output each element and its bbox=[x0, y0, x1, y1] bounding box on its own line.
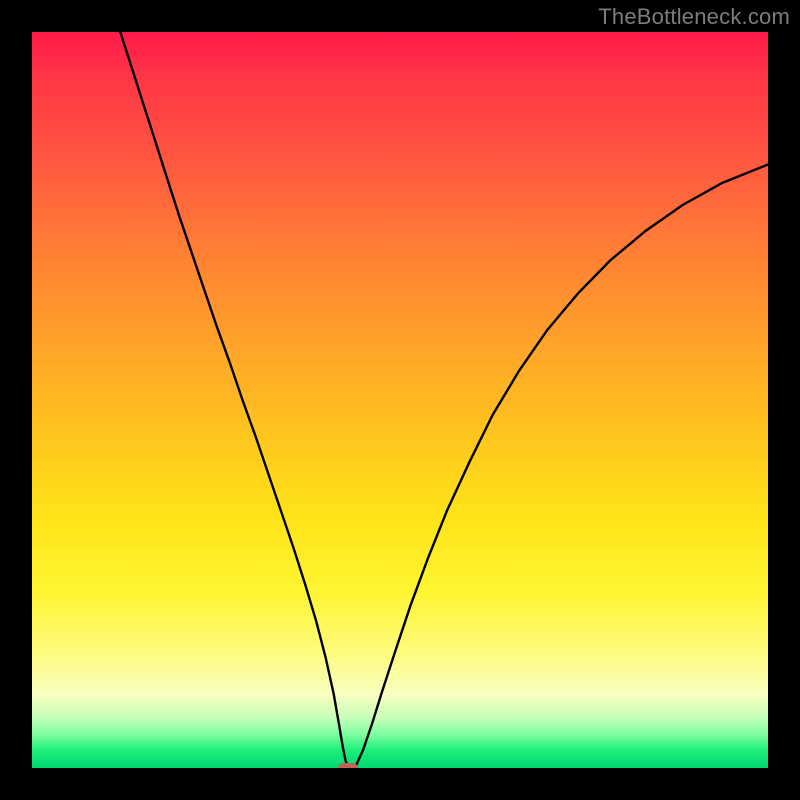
watermark-label: TheBottleneck.com bbox=[598, 4, 790, 30]
bottleneck-curve bbox=[32, 32, 768, 768]
plot-area bbox=[32, 32, 768, 768]
chart-frame: TheBottleneck.com bbox=[0, 0, 800, 800]
cusp-marker-icon bbox=[338, 763, 358, 768]
curve-right-branch bbox=[348, 164, 768, 768]
curve-left-branch bbox=[120, 32, 348, 768]
